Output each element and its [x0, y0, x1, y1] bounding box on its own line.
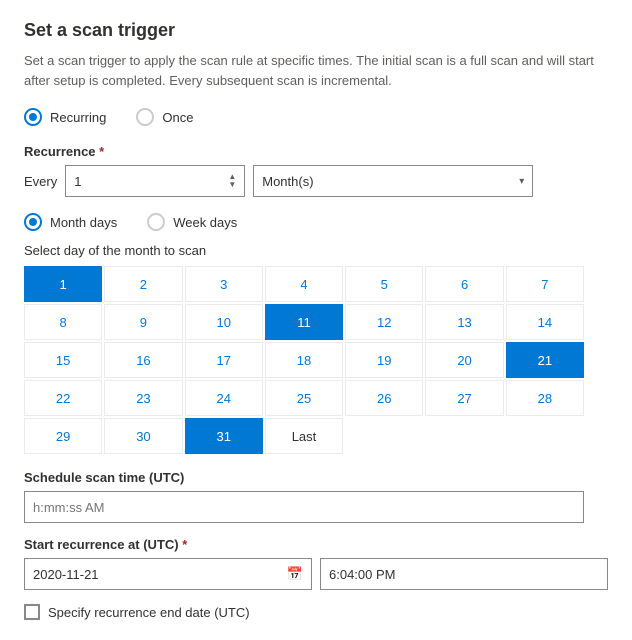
spin-buttons: ▲ ▼	[228, 173, 236, 189]
month-days-label: Month days	[50, 215, 117, 230]
start-recurrence-row: 📅	[24, 558, 608, 590]
cal-day-3[interactable]: 3	[185, 266, 263, 302]
calendar-icon[interactable]: 📅	[287, 566, 303, 582]
cal-day-25[interactable]: 25	[265, 380, 343, 416]
cal-day-28[interactable]: 28	[506, 380, 584, 416]
cal-day-2[interactable]: 2	[104, 266, 182, 302]
trigger-type-group: Recurring Once	[24, 108, 608, 126]
schedule-time-label: Schedule scan time (UTC)	[24, 470, 608, 485]
calendar-grid: 1234567891011121314151617181920212223242…	[24, 266, 584, 454]
cal-day-31[interactable]: 31	[185, 418, 263, 454]
recurrence-row: Every ▲ ▼ Month(s) Week(s) Day(s) ▾	[24, 165, 608, 197]
cal-day-7[interactable]: 7	[506, 266, 584, 302]
recurring-radio[interactable]: Recurring	[24, 108, 106, 126]
cal-day-29[interactable]: 29	[24, 418, 102, 454]
once-radio[interactable]: Once	[136, 108, 193, 126]
once-radio-circle	[136, 108, 154, 126]
start-date-input[interactable]	[33, 567, 303, 582]
cal-day-26[interactable]: 26	[345, 380, 423, 416]
period-select[interactable]: Month(s) Week(s) Day(s)	[262, 174, 524, 189]
interval-input[interactable]	[74, 174, 224, 189]
end-date-label: Specify recurrence end date (UTC)	[48, 605, 250, 620]
cal-day-30[interactable]: 30	[104, 418, 182, 454]
cal-day-14[interactable]: 14	[506, 304, 584, 340]
cal-day-24[interactable]: 24	[185, 380, 263, 416]
end-date-row: Specify recurrence end date (UTC)	[24, 604, 608, 620]
month-days-radio-circle	[24, 213, 42, 231]
cal-day-12[interactable]: 12	[345, 304, 423, 340]
cal-day-10[interactable]: 10	[185, 304, 263, 340]
cal-day-17[interactable]: 17	[185, 342, 263, 378]
cal-day-20[interactable]: 20	[425, 342, 503, 378]
cal-day-6[interactable]: 6	[425, 266, 503, 302]
every-label: Every	[24, 174, 57, 189]
page-title: Set a scan trigger	[24, 20, 608, 41]
day-type-group: Month days Week days	[24, 213, 608, 231]
cal-day-15[interactable]: 15	[24, 342, 102, 378]
cal-day-22[interactable]: 22	[24, 380, 102, 416]
start-time-input[interactable]	[320, 558, 608, 590]
cal-day-16[interactable]: 16	[104, 342, 182, 378]
page-description: Set a scan trigger to apply the scan rul…	[24, 51, 608, 90]
cal-day-last[interactable]: Last	[265, 418, 343, 454]
schedule-time-input[interactable]	[24, 491, 584, 523]
start-date-wrapper: 📅	[24, 558, 312, 590]
calendar-prompt: Select day of the month to scan	[24, 243, 608, 258]
month-days-radio[interactable]: Month days	[24, 213, 117, 231]
week-days-radio[interactable]: Week days	[147, 213, 237, 231]
end-date-checkbox[interactable]	[24, 604, 40, 620]
cal-day-13[interactable]: 13	[425, 304, 503, 340]
cal-day-5[interactable]: 5	[345, 266, 423, 302]
spin-down-button[interactable]: ▼	[228, 181, 236, 189]
week-days-label: Week days	[173, 215, 237, 230]
cal-day-9[interactable]: 9	[104, 304, 182, 340]
cal-day-1[interactable]: 1	[24, 266, 102, 302]
cal-day-8[interactable]: 8	[24, 304, 102, 340]
cal-day-18[interactable]: 18	[265, 342, 343, 378]
cal-day-23[interactable]: 23	[104, 380, 182, 416]
recurrence-label: Recurrence	[24, 144, 608, 159]
cal-day-4[interactable]: 4	[265, 266, 343, 302]
recurring-radio-label: Recurring	[50, 110, 106, 125]
period-select-wrapper: Month(s) Week(s) Day(s) ▾	[253, 165, 533, 197]
cal-day-27[interactable]: 27	[425, 380, 503, 416]
cal-day-19[interactable]: 19	[345, 342, 423, 378]
interval-input-wrapper: ▲ ▼	[65, 165, 245, 197]
start-recurrence-label: Start recurrence at (UTC)	[24, 537, 608, 552]
once-radio-label: Once	[162, 110, 193, 125]
cal-day-21[interactable]: 21	[506, 342, 584, 378]
week-days-radio-circle	[147, 213, 165, 231]
cal-day-11[interactable]: 11	[265, 304, 343, 340]
recurring-radio-circle	[24, 108, 42, 126]
